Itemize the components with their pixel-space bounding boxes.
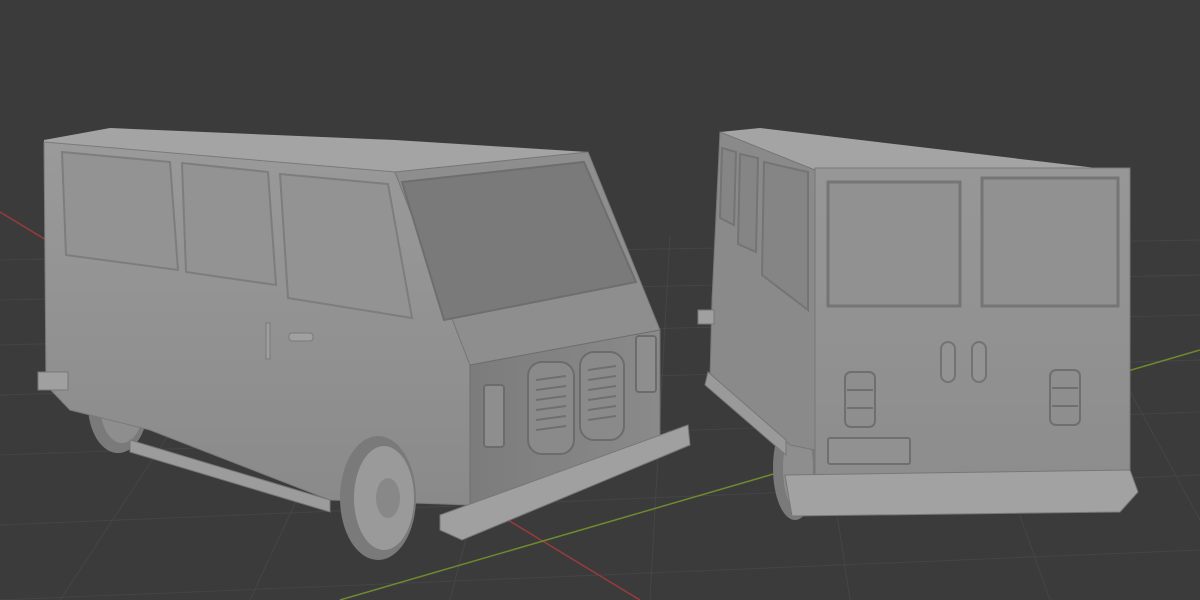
front-left-wheel [340, 436, 416, 560]
rear-bumper [784, 469, 1139, 517]
3d-viewport[interactable] [0, 0, 1200, 600]
front-bumper-stub [697, 309, 715, 325]
viewport-canvas[interactable] [0, 0, 1200, 600]
rear-window-right [980, 176, 1120, 308]
tail-light-left [844, 371, 876, 428]
right-headlight [635, 335, 657, 393]
license-plate [827, 437, 911, 465]
rear-door-handle-right [971, 341, 987, 383]
rear-window-left [826, 180, 962, 308]
door-seam [265, 322, 271, 360]
left-headlight [483, 384, 505, 448]
tail-light-right [1049, 369, 1081, 426]
rear-bumper [37, 371, 69, 391]
rear-door-handle-left [940, 341, 956, 383]
door-handle [288, 332, 314, 342]
